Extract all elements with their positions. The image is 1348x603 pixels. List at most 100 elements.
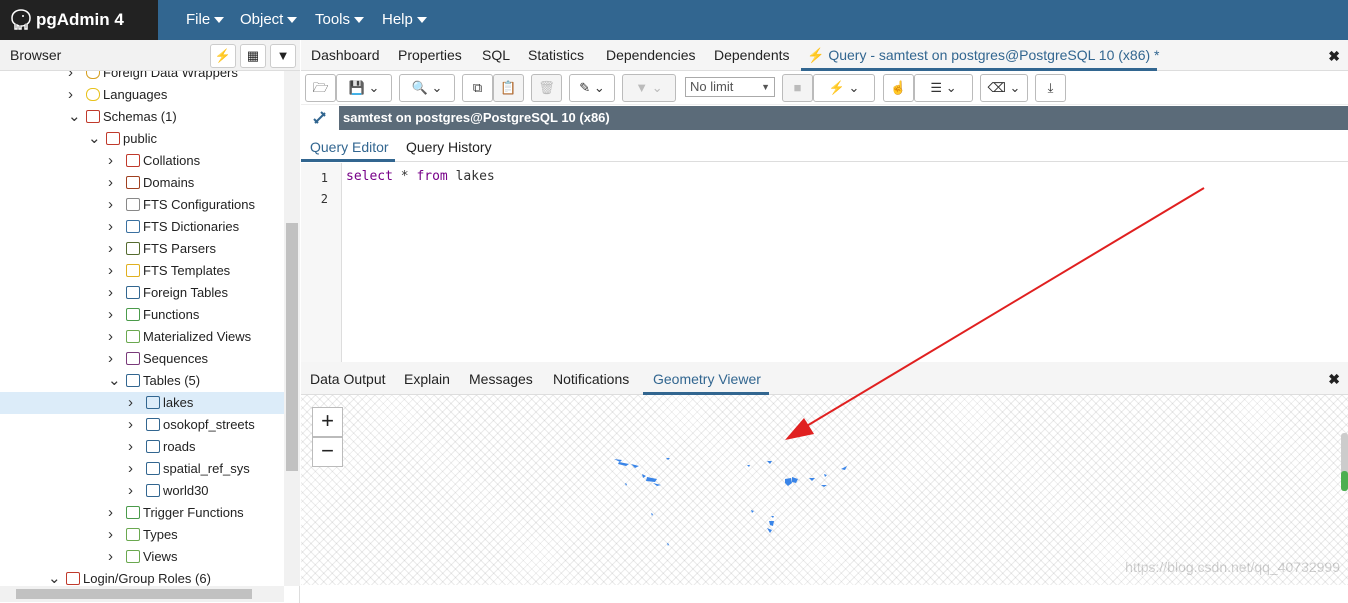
tab-statistics[interactable]: Statistics [528,47,584,63]
tree-horizontal-scrollbar[interactable] [0,586,284,602]
tree-node[interactable]: › Languages [0,84,284,106]
chevron-right-icon[interactable]: › [128,414,140,436]
query-tool-button[interactable]: ⚡ [210,44,236,68]
chevron-right-icon[interactable]: › [108,502,120,524]
chevron-right-icon[interactable]: › [128,480,140,502]
tree-node[interactable]: › lakes [0,392,284,414]
chevron-right-icon[interactable]: › [108,282,120,304]
filter-rows-button[interactable]: ▼ ⌄ [622,74,676,102]
tree-node[interactable]: ⌄ Schemas (1) [0,106,284,128]
scrollbar-thumb[interactable] [286,223,298,471]
sql-keyword: from [416,169,448,184]
menu-help[interactable]: Help [382,11,427,28]
chevron-right-icon[interactable]: › [108,194,120,216]
code-line[interactable]: select * from lakes [346,169,495,184]
menu-tools[interactable]: Tools [315,11,365,28]
tree-node[interactable]: › FTS Configurations [0,194,284,216]
chevron-down-icon[interactable]: ⌄ [68,106,81,128]
tree-node-label: FTS Configurations [143,197,255,212]
tab-properties[interactable]: Properties [398,47,462,63]
tree-node[interactable]: › Materialized Views [0,326,284,348]
chevron-right-icon[interactable]: › [108,348,120,370]
save-button[interactable]: 💾 ⌄ [336,74,392,102]
menu-object[interactable]: Object [240,11,298,28]
tab-query-editor[interactable]: Query Editor [310,139,389,155]
tree-vertical-scrollbar[interactable] [284,71,300,586]
delete-button[interactable]: 🗑 [531,74,562,102]
tree-node[interactable]: › FTS Dictionaries [0,216,284,238]
tree-node[interactable]: › FTS Parsers [0,238,284,260]
copy-button[interactable]: ⧉ [462,74,493,102]
scrollbar-thumb[interactable] [16,589,252,599]
tree-node[interactable]: › osokopf_streets [0,414,284,436]
tree-node[interactable]: › spatial_ref_sys [0,458,284,480]
tab-data-output[interactable]: Data Output [310,371,386,387]
chevron-right-icon[interactable]: › [128,436,140,458]
chevron-right-icon[interactable]: › [108,172,120,194]
chevron-right-icon[interactable]: › [128,392,140,414]
chevron-right-icon[interactable]: › [108,546,120,568]
tab-query[interactable]: ⚡ Query - samtest on postgres@PostgreSQL… [807,47,1160,64]
chevron-down-icon[interactable]: ⌄ [88,128,101,150]
tree-node[interactable]: ⌄ Login/Group Roles (6) [0,568,284,586]
execute-button[interactable]: ⚡ ⌄ [813,74,875,102]
tree-node[interactable]: › Functions [0,304,284,326]
chevron-right-icon[interactable]: › [108,150,120,172]
tree-node[interactable]: › Types [0,524,284,546]
connection-icon[interactable] [311,109,329,127]
tab-notifications[interactable]: Notifications [553,371,629,387]
tab-messages[interactable]: Messages [469,371,533,387]
tree-node-label: Views [143,549,178,564]
tree-node[interactable]: › Domains [0,172,284,194]
close-icon[interactable]: ✖ [1328,371,1340,388]
filter-button[interactable]: ▼ [270,44,296,68]
chevron-right-icon[interactable]: › [108,260,120,282]
tree-node[interactable]: › Sequences [0,348,284,370]
commit-button[interactable]: ☝ [883,74,914,102]
chevron-down-icon[interactable]: ⌄ [108,370,121,392]
chevron-right-icon[interactable]: › [68,71,80,84]
top-navbar: pgAdmin 4 File Object Tools Help [0,0,1348,40]
chevron-right-icon[interactable]: › [108,238,120,260]
lake-shape [771,516,774,518]
geometry-map[interactable]: + − https://blog.csdn.net/qq_40732999 [301,395,1348,585]
chevron-right-icon[interactable]: › [108,326,120,348]
tree-node[interactable]: › FTS Templates [0,260,284,282]
paste-button[interactable]: 📋 [493,74,524,102]
open-file-button[interactable]: 🗁 [305,74,336,102]
tab-sql[interactable]: SQL [482,47,510,63]
tree-node[interactable]: › Trigger Functions [0,502,284,524]
tree-node[interactable]: › world30 [0,480,284,502]
chevron-right-icon[interactable]: › [108,304,120,326]
tab-dependencies[interactable]: Dependencies [606,47,696,63]
find-button[interactable]: 🔍 ⌄ [399,74,455,102]
stop-button[interactable]: ■ [782,74,813,102]
tab-dashboard[interactable]: Dashboard [311,47,380,63]
tree-node[interactable]: › Collations [0,150,284,172]
row-limit-select[interactable]: No limit ▼ [685,77,775,97]
tab-geometry-viewer[interactable]: Geometry Viewer [653,371,761,387]
close-icon[interactable]: ✖ [1328,48,1340,65]
chevron-right-icon[interactable]: › [108,216,120,238]
tree-node[interactable]: › roads [0,436,284,458]
tree-node[interactable]: › Views [0,546,284,568]
tab-explain[interactable]: Explain [404,371,450,387]
chevron-down-icon[interactable]: ⌄ [48,568,61,586]
connection-label[interactable]: samtest on postgres@PostgreSQL 10 (x86) [339,106,1348,130]
tree-node[interactable]: › Foreign Tables [0,282,284,304]
view-data-button[interactable]: ▦ [240,44,266,68]
chevron-right-icon[interactable]: › [128,458,140,480]
chevron-right-icon[interactable]: › [68,84,80,106]
explain-button[interactable]: ☰ ⌄ [914,74,973,102]
clear-button[interactable]: ⌫ ⌄ [980,74,1028,102]
edit-button[interactable]: ✎ ⌄ [569,74,615,102]
sql-editor[interactable]: 1 2 select * from lakes [301,163,1348,362]
tree-node[interactable]: ⌄ public [0,128,284,150]
tree-node[interactable]: ⌄ Tables (5) [0,370,284,392]
menu-file[interactable]: File [186,11,225,28]
chevron-right-icon[interactable]: › [108,524,120,546]
tab-dependents[interactable]: Dependents [714,47,790,63]
download-button[interactable]: ⤓ [1035,74,1066,102]
tab-query-history[interactable]: Query History [406,139,492,155]
tree-node[interactable]: › Foreign Data Wrappers [0,71,284,84]
